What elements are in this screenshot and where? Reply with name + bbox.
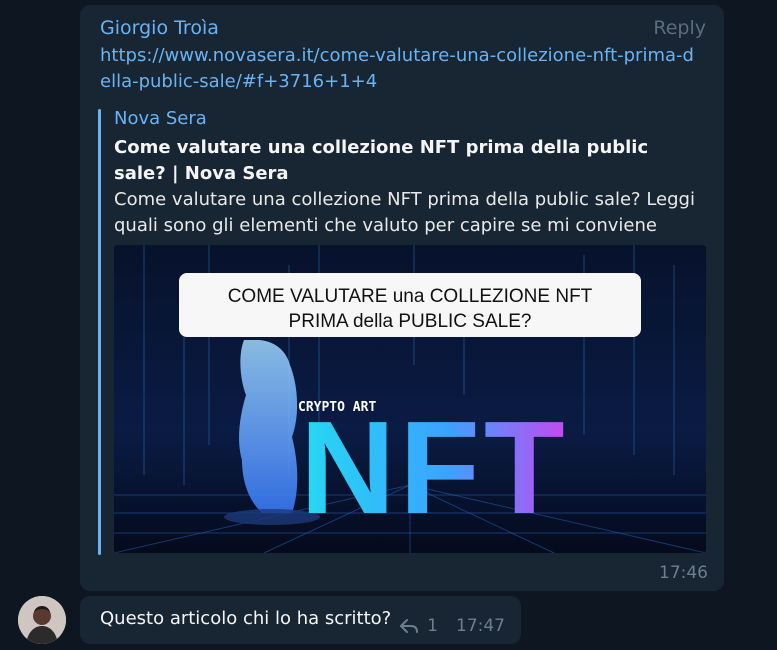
avatar[interactable] — [18, 596, 66, 644]
headline-line1: COME VALUTARE una COLLEZIONE NFT — [228, 286, 593, 307]
reply-count[interactable]: 1 — [427, 616, 438, 636]
link-preview-accent-bar — [98, 109, 101, 555]
statue-icon — [239, 340, 298, 513]
nft-artwork: COME VALUTARE una COLLEZIONE NFT PRIMA d… — [114, 245, 706, 553]
reply-arrow-icon[interactable] — [399, 618, 419, 634]
reply-message-text: Questo articolo chi lo ha scritto? — [100, 608, 392, 629]
nft-big-text: NFT — [300, 394, 569, 541]
message-time: 17:46 — [659, 563, 708, 583]
reply-button[interactable]: Reply — [653, 17, 706, 39]
headline-line2: PRIMA della PUBLIC SALE? — [289, 311, 532, 332]
message-link[interactable]: https://www.novasera.it/come-valutare-un… — [100, 43, 700, 95]
link-preview-title: Come valutare una collezione NFT prima d… — [114, 137, 649, 184]
message-bubble: Giorgio Troìa Reply https://www.novasera… — [80, 5, 724, 591]
reply-message-bubble: Questo articolo chi lo ha scritto? 1 17:… — [80, 596, 521, 644]
sender-name[interactable]: Giorgio Troìa — [100, 17, 219, 39]
user-avatar-icon — [18, 596, 66, 644]
reply-message-time: 17:47 — [456, 616, 505, 636]
link-preview-image[interactable]: COME VALUTARE una COLLEZIONE NFT PRIMA d… — [114, 245, 706, 553]
reply-message-meta: 1 17:47 — [399, 616, 505, 636]
link-preview-description: Come valutare una collezione NFT prima d… — [114, 189, 695, 236]
link-preview-site-name: Nova Sera — [114, 108, 207, 129]
